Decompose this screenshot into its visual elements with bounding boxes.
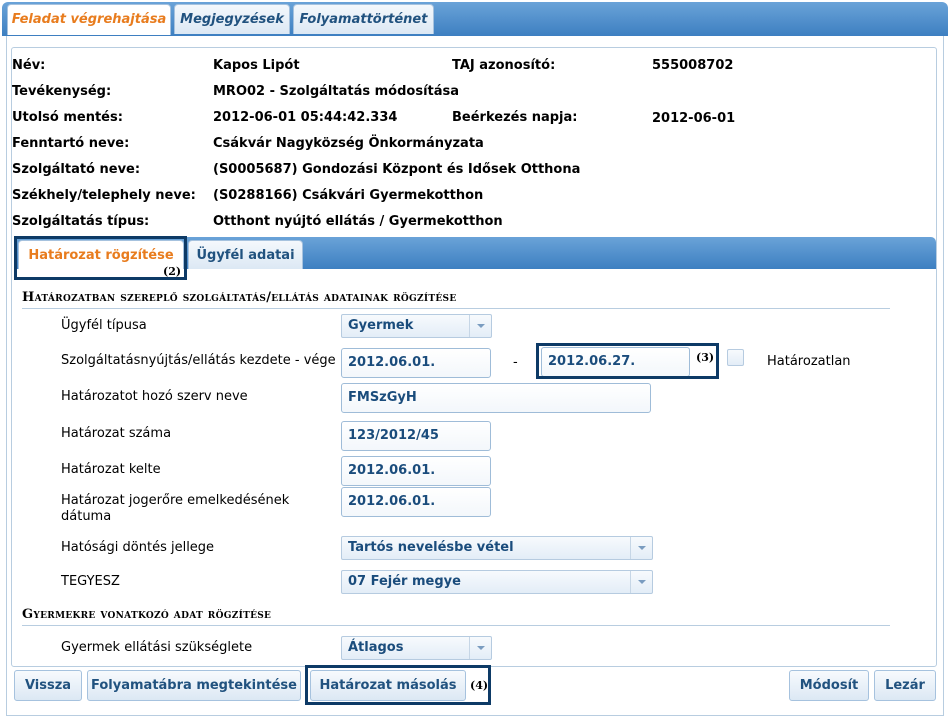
szukseglet-value: Átlagos xyxy=(348,640,404,655)
szolgaltato-label: Szolgáltató neve: xyxy=(12,162,141,177)
kezdete-input[interactable]: 2012.06.01. xyxy=(341,348,491,378)
jogerore-label: Határozat jogerőre emelkedésének dátuma xyxy=(61,493,289,525)
hatarozat-szama-label: Határozat száma xyxy=(61,426,172,441)
section-title-gyermek: Gyermekre vonatkozó adat rögzítése xyxy=(22,607,272,622)
ugyfel-tipusa-value: Gyermek xyxy=(348,318,414,333)
nev-value: Kapos Lipót xyxy=(213,58,300,73)
nev-label: Név: xyxy=(12,58,46,73)
annotation-box-2 xyxy=(14,236,187,280)
section-divider xyxy=(22,625,890,626)
taj-value: 555008702 xyxy=(652,58,734,73)
fenntarto-value: Csákvár Nagyközség Önkormányzata xyxy=(213,136,484,151)
hatarozat-kelte-label: Határozat kelte xyxy=(61,462,161,477)
annotation-box-4 xyxy=(305,665,491,705)
beerkezes-value: 2012-06-01 xyxy=(652,111,736,126)
date-range-dash: - xyxy=(513,355,518,370)
vissza-button[interactable]: Vissza xyxy=(14,670,82,701)
dontes-jellege-value: Tartós nevelésbe vétel xyxy=(348,540,514,555)
folyamatabra-button[interactable]: Folyamatábra megtekintése xyxy=(87,670,301,701)
jogerore-input[interactable]: 2012.06.01. xyxy=(341,487,491,517)
tegyesz-select[interactable]: 07 Fejér megye xyxy=(341,570,653,594)
utolso-mentes-label: Utolsó mentés: xyxy=(12,110,123,125)
beerkezes-label: Beérkezés napja: xyxy=(452,110,578,125)
ugyfel-tipusa-label: Ügyfél típusa xyxy=(61,318,147,333)
section-divider xyxy=(22,308,890,309)
dontes-jellege-select[interactable]: Tartós nevelésbe vétel xyxy=(341,536,653,560)
fenntarto-label: Fenntartó neve: xyxy=(12,136,130,151)
hatarozatlan-label: Határozatlan xyxy=(767,354,851,369)
hozo-szerv-input[interactable]: FMSzGyH xyxy=(341,383,651,413)
tab-ugyfel-adatai[interactable]: Ügyfél adatai xyxy=(188,240,303,269)
tab-megjegyzesek[interactable]: Megjegyzések xyxy=(174,4,290,34)
tegyesz-value: 07 Fejér megye xyxy=(348,574,461,589)
modosit-button[interactable]: Módosít xyxy=(789,670,869,701)
hozo-szerv-label: Határozatot hozó szerv neve xyxy=(61,389,248,404)
section-title-szolgaltatas: Határozatban szereplő szolgáltatás/ellát… xyxy=(22,290,457,305)
jogerore-label-line2: dátuma xyxy=(61,509,112,524)
ugyfel-tipusa-select[interactable]: Gyermek xyxy=(341,314,492,338)
tipus-value: Otthont nyújtó ellátás / Gyermekotthon xyxy=(213,214,503,229)
annotation-box-3 xyxy=(536,343,719,379)
szukseglet-label: Gyermek ellátási szükséglete xyxy=(61,640,253,655)
szekhely-value: (S0288166) Csákvári Gyermekotthon xyxy=(213,188,484,203)
bottom-divider xyxy=(6,715,944,716)
tegyesz-label: TEGYESZ xyxy=(61,574,120,589)
utolso-mentes-value: 2012-06-01 05:44:42.334 xyxy=(213,110,398,125)
dropdown-arrow-icon[interactable] xyxy=(630,571,652,593)
dropdown-arrow-icon[interactable] xyxy=(630,537,652,559)
tevekenyseg-value: MRO02 - Szolgáltatás módosítása xyxy=(213,84,460,99)
szekhely-label: Székhely/telephely neve: xyxy=(12,188,196,203)
tab-feladat-vegrehajtasa[interactable]: Feladat végrehajtása xyxy=(7,4,171,35)
tipus-label: Szolgáltatás típus: xyxy=(12,214,150,229)
tevekenyseg-label: Tevékenység: xyxy=(12,84,112,99)
lezar-button[interactable]: Lezár xyxy=(874,670,936,701)
hatarozatlan-checkbox[interactable] xyxy=(727,349,744,366)
hatarozat-kelte-input[interactable]: 2012.06.01. xyxy=(341,456,491,486)
annotation-label-4: (4) xyxy=(470,679,489,692)
annotation-label-3: (3) xyxy=(696,351,715,364)
tab-folyamattortenet[interactable]: Folyamattörténet xyxy=(293,4,434,34)
hatarozat-szama-input[interactable]: 123/2012/45 xyxy=(341,421,491,451)
taj-label: TAJ azonosító: xyxy=(452,58,556,73)
szukseglet-select[interactable]: Átlagos xyxy=(341,636,492,660)
dropdown-arrow-icon[interactable] xyxy=(469,637,491,659)
dontes-jellege-label: Hatósági döntés jellege xyxy=(61,540,215,555)
kezdete-vege-label: Szolgáltatásnyújtás/ellátás kezdete - vé… xyxy=(61,353,336,368)
jogerore-label-line1: Határozat jogerőre emelkedésének xyxy=(61,493,290,508)
dropdown-arrow-icon[interactable] xyxy=(469,315,491,337)
annotation-label-2: (2) xyxy=(163,265,182,278)
szolgaltato-value: (S0005687) Gondozási Központ és Idősek O… xyxy=(213,162,581,177)
